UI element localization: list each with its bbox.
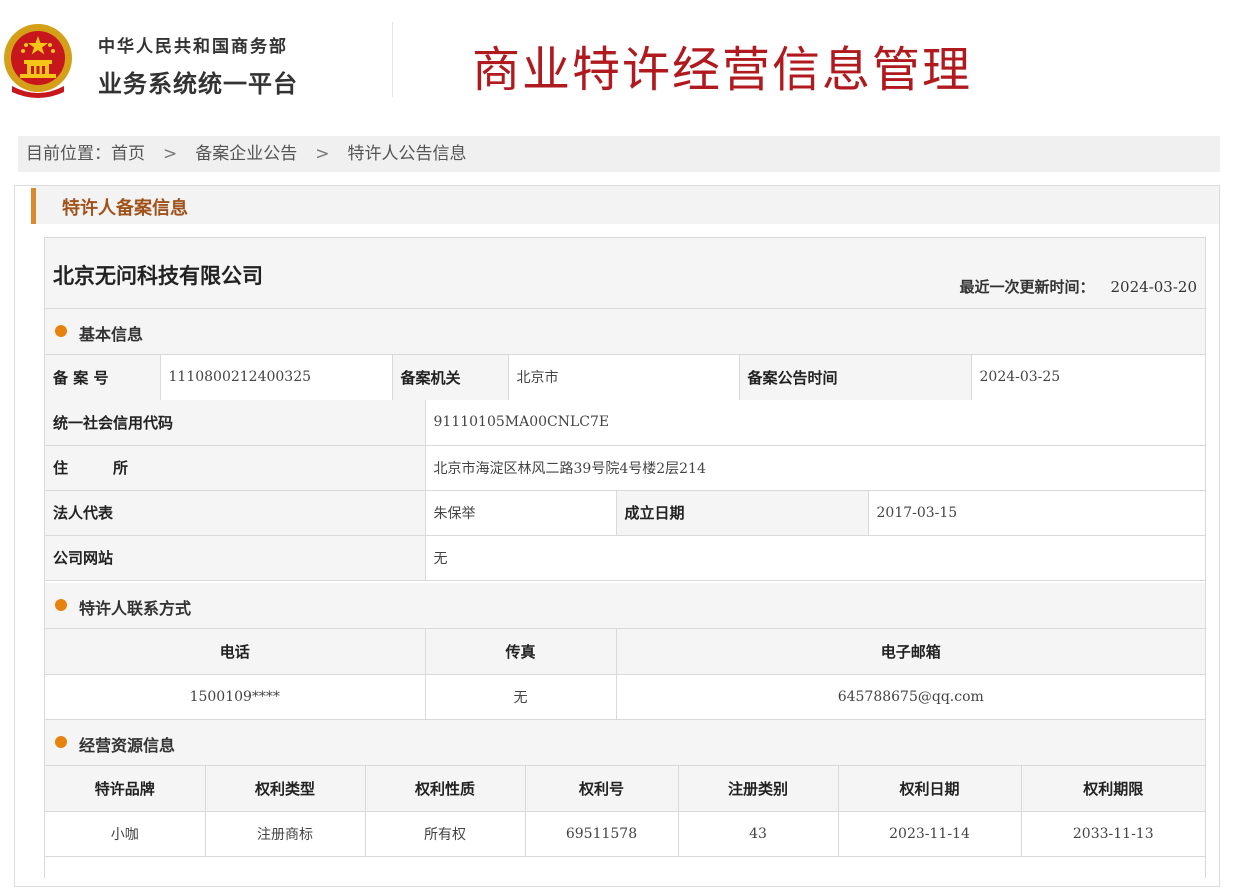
platform-name: 业务系统统一平台 [98,70,298,98]
basic-info-table-2: 统一社会信用代码 91110105MA00CNLC7E 住 所 北京市海淀区林风… [45,400,1206,581]
company-name: 北京无问科技有限公司 [53,264,263,288]
national-emblem-icon [4,24,72,98]
authority-label: 备案机关 [391,355,509,401]
legal-rep-label: 法人代表 [45,489,426,536]
brand-cell: 小咖 [45,810,206,857]
resources-header: 权利日期 [837,766,1022,812]
resources-header: 权利期限 [1020,766,1205,812]
record-no-label: 备 案 号 [45,355,161,401]
panel-header: 特许人备案信息 [31,186,1219,224]
org-name: 中华人民共和国商务部 [98,37,288,57]
address-value: 北京市海淀区林风二路39号院4号楼2层214 [424,444,1206,491]
contact-phone: 1500109**** [45,673,426,720]
system-title: 商业特许经营信息管理 [472,42,973,98]
legal-rep-value: 朱保举 [424,489,617,536]
header-divider [392,22,393,97]
contact-email: 645788675@qq.com [615,673,1205,720]
right-date-cell: 2023-11-14 [837,810,1022,857]
last-updated: 最近一次更新时间： 2024-03-20 [960,276,1198,297]
founded-label: 成立日期 [615,489,869,536]
website-value: 无 [424,534,1206,581]
resources-header: 特许品牌 [45,766,206,812]
bullet-icon [55,736,67,748]
authority-value: 北京市 [507,355,740,401]
basic-info-table-1: 备 案 号 1110800212400325 备案机关 北京市 备案公告时间 2… [45,355,1205,401]
site-header: 中华人民共和国商务部 业务系统统一平台 商业特许经营信息管理 [0,0,1239,130]
resources-table: 特许品牌 权利类型 权利性质 权利号 注册类别 权利日期 权利期限 小咖 注册商… [45,766,1205,857]
section-resources: 经营资源信息 [45,720,1205,766]
breadcrumb-separator: > [163,144,178,164]
breadcrumb-separator: > [315,144,330,164]
announce-time-value: 2024-03-25 [970,355,1205,401]
right-nature-cell: 所有权 [364,810,526,857]
announce-time-label: 备案公告时间 [738,355,972,401]
credit-code-label: 统一社会信用代码 [45,400,426,446]
website-label: 公司网站 [45,534,426,581]
credit-code-value: 91110105MA00CNLC7E [424,400,1206,446]
section-contact: 特许人联系方式 [45,583,1205,629]
panel-header-accent [31,188,36,224]
contact-table: 电话 传真 电子邮箱 1500109**** 无 645788675@qq.co… [45,629,1205,720]
record-no-value: 1110800212400325 [159,355,393,401]
last-updated-value: 2024-03-20 [1110,278,1197,296]
bullet-icon [55,325,67,337]
resources-header: 注册类别 [677,766,839,812]
breadcrumb-current: 特许人公告信息 [347,144,467,164]
contact-header-email: 电子邮箱 [615,629,1205,675]
contact-fax: 无 [424,673,617,720]
section-title: 基本信息 [79,325,144,344]
section-basic-info: 基本信息 [45,309,1205,355]
section-title: 经营资源信息 [79,736,176,755]
right-term-cell: 2033-11-13 [1020,810,1205,857]
contact-header-phone: 电话 [45,629,426,675]
right-type-cell: 注册商标 [204,810,366,857]
breadcrumb: 目前位置：首页 > 备案企业公告 > 特许人公告信息 [18,136,1220,172]
panel-title: 特许人备案信息 [62,198,188,219]
breadcrumb-home-link[interactable]: 首页 [111,136,145,172]
address-label: 住 所 [45,444,426,491]
contact-header-fax: 传真 [424,629,617,675]
resources-header: 权利性质 [364,766,526,812]
company-header: 北京无问科技有限公司 最近一次更新时间： 2024-03-20 [45,238,1205,309]
resources-header: 权利号 [524,766,679,812]
right-no-cell: 69511578 [524,810,679,857]
bullet-icon [55,599,67,611]
breadcrumb-label: 目前位置： [26,144,111,164]
table-row: 小咖 注册商标 所有权 69511578 43 2023-11-14 2033-… [45,810,1205,857]
reg-class-cell: 43 [677,810,839,857]
last-updated-label: 最近一次更新时间： [959,278,1095,296]
resources-header: 权利类型 [204,766,366,812]
breadcrumb-announcement-link[interactable]: 备案企业公告 [195,136,297,172]
section-title: 特许人联系方式 [79,599,192,618]
founded-value: 2017-03-15 [867,489,1206,536]
company-info: 北京无问科技有限公司 最近一次更新时间： 2024-03-20 基本信息 备 案 … [44,237,1206,878]
